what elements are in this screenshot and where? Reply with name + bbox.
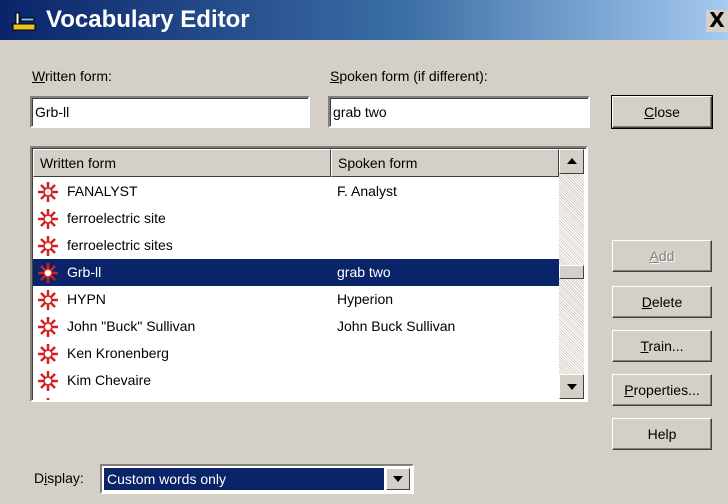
list-header: Written form Spoken form	[33, 149, 559, 177]
vertical-scrollbar[interactable]	[559, 149, 584, 399]
written-form-cell: HYPN	[67, 291, 106, 307]
column-header-spoken-form[interactable]: Spoken form	[331, 149, 559, 177]
custom-word-icon	[38, 344, 58, 364]
scroll-down-button[interactable]	[559, 374, 584, 399]
spoken-form-cell: Hyperion	[337, 291, 394, 307]
custom-word-icon	[38, 317, 58, 337]
custom-word-icon	[38, 236, 58, 256]
window-close-button[interactable]: X	[706, 10, 728, 32]
custom-word-icon	[38, 209, 58, 229]
written-form-cell: FANALYST	[67, 183, 138, 199]
display-dropdown-button[interactable]	[386, 468, 410, 490]
custom-word-icon	[46, 398, 50, 400]
list-item[interactable]: FANALYST F. Analyst	[33, 178, 559, 205]
list-item[interactable]: John "Buck" Sullivan John Buck Sullivan	[33, 313, 559, 340]
display-dropdown[interactable]: Custom words only	[100, 464, 414, 494]
window-title: Vocabulary Editor	[46, 6, 250, 33]
written-form-cell: John "Buck" Sullivan	[67, 318, 196, 334]
list-item[interactable]: ferroelectric sites	[33, 232, 559, 259]
written-form-input[interactable]: Grb-ll	[30, 96, 310, 128]
list-item[interactable]: HYPN Hyperion	[33, 286, 559, 313]
display-label: Display:	[34, 470, 84, 486]
column-header-written-form[interactable]: Written form	[33, 149, 331, 177]
spoken-form-cell: grab two	[337, 264, 391, 280]
custom-word-icon	[38, 263, 58, 283]
written-form-cell: Grb-ll	[67, 264, 102, 280]
written-form-cell: Kim Chevaire	[67, 372, 152, 388]
spoken-form-cell: Kay Net	[337, 399, 387, 400]
vocabulary-editor-icon	[12, 12, 36, 31]
scrollbar-thumb[interactable]	[559, 265, 584, 279]
spoken-form-input[interactable]: grab two	[328, 96, 590, 128]
scroll-up-arrow-icon	[567, 158, 577, 164]
chevron-down-icon	[393, 476, 403, 482]
list-item[interactable]: Ken Kronenberg	[33, 340, 559, 367]
spoken-form-cell: John Buck Sullivan	[337, 318, 456, 334]
written-form-cell: ferroelectric site	[67, 210, 166, 226]
written-form-cell: ferroelectric sites	[67, 237, 173, 253]
list-rows: FANALYST F. Analyst ferroelectric site ferr…	[33, 178, 559, 400]
written-form-cell: KNET	[67, 399, 104, 400]
list-item[interactable]: KNET Kay Net	[33, 394, 559, 400]
custom-word-icon	[38, 290, 58, 310]
list-item[interactable]: ferroelectric site	[33, 205, 559, 232]
scroll-down-arrow-icon	[567, 384, 577, 390]
display-selected-value[interactable]: Custom words only	[104, 468, 384, 490]
list-item[interactable]: Grb-ll grab two	[33, 259, 559, 286]
properties-button[interactable]: Properties...	[612, 374, 712, 406]
title-bar: Vocabulary Editor X	[0, 0, 728, 40]
spoken-form-label: Spoken form (if different):	[330, 68, 488, 84]
custom-word-icon	[38, 371, 58, 391]
vocabulary-list[interactable]: Written form Spoken form FANALYST F. Anal…	[30, 146, 588, 402]
custom-word-icon	[38, 182, 58, 202]
delete-button[interactable]: Delete	[612, 286, 712, 318]
add-button[interactable]: Add	[612, 240, 712, 272]
written-form-cell: Ken Kronenberg	[67, 345, 169, 361]
close-button[interactable]: Close	[611, 95, 713, 129]
written-form-label: Written form:	[32, 68, 112, 84]
scroll-up-button[interactable]	[559, 149, 584, 174]
train-button[interactable]: Train...	[612, 330, 712, 362]
help-button[interactable]: Help	[612, 418, 712, 450]
spoken-form-cell: F. Analyst	[337, 183, 397, 199]
list-item[interactable]: Kim Chevaire	[33, 367, 559, 394]
